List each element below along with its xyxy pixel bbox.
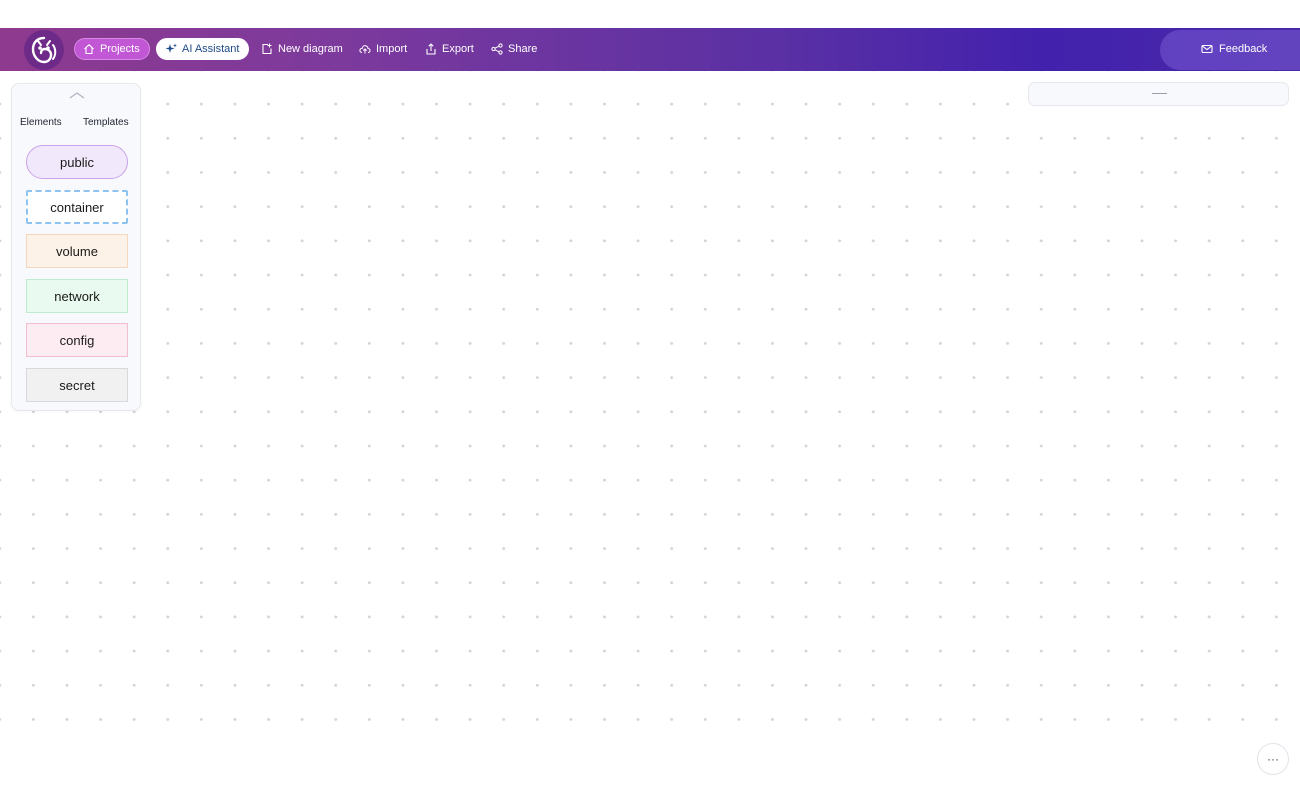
projects-button[interactable]: Projects: [74, 38, 150, 60]
element-public[interactable]: public: [26, 145, 128, 179]
element-volume[interactable]: volume: [26, 234, 128, 268]
panel-handle[interactable]: [1152, 93, 1167, 94]
properties-panel-collapsed[interactable]: [1028, 82, 1289, 106]
feedback-label: Feedback: [1219, 43, 1268, 55]
tab-templates[interactable]: Templates: [83, 117, 129, 128]
share-label: Share: [508, 43, 538, 55]
element-network[interactable]: network: [26, 279, 128, 313]
ai-assistant-label: AI Assistant: [182, 43, 240, 55]
more-options-button[interactable]: ···: [1257, 743, 1289, 775]
mail-icon: [1201, 44, 1213, 54]
share-button[interactable]: Share: [491, 38, 537, 60]
new-file-icon: [262, 43, 272, 55]
share-icon: [491, 43, 503, 55]
diagram-canvas[interactable]: [0, 71, 1300, 751]
new-diagram-button[interactable]: New diagram: [261, 38, 343, 60]
import-label: Import: [376, 43, 408, 55]
projects-label: Projects: [100, 43, 140, 55]
export-label: Export: [442, 43, 474, 55]
top-toolbar: Projects AI Assistant New diagram Import…: [0, 28, 1300, 71]
element-container[interactable]: container: [26, 190, 128, 224]
ai-assistant-button[interactable]: AI Assistant: [156, 38, 250, 60]
owl-logo-icon[interactable]: [24, 30, 64, 70]
import-button[interactable]: Import: [359, 38, 407, 60]
element-secret[interactable]: secret: [26, 368, 128, 402]
elements-panel: Elements Templates public container volu…: [11, 83, 141, 411]
chevron-up-icon[interactable]: [68, 90, 86, 100]
export-button[interactable]: Export: [425, 38, 474, 60]
export-icon: [426, 43, 436, 55]
tab-elements[interactable]: Elements: [20, 117, 62, 132]
feedback-button[interactable]: Feedback: [1201, 38, 1267, 60]
more-icon: ···: [1267, 752, 1279, 766]
element-config[interactable]: config: [26, 323, 128, 357]
owl-logo-glyph: [31, 36, 57, 64]
sparkle-icon: [165, 43, 177, 53]
home-icon: [84, 44, 94, 55]
cloud-upload-icon: [359, 45, 371, 54]
new-diagram-label: New diagram: [278, 43, 343, 55]
page-bottom-margin: [0, 751, 1300, 788]
